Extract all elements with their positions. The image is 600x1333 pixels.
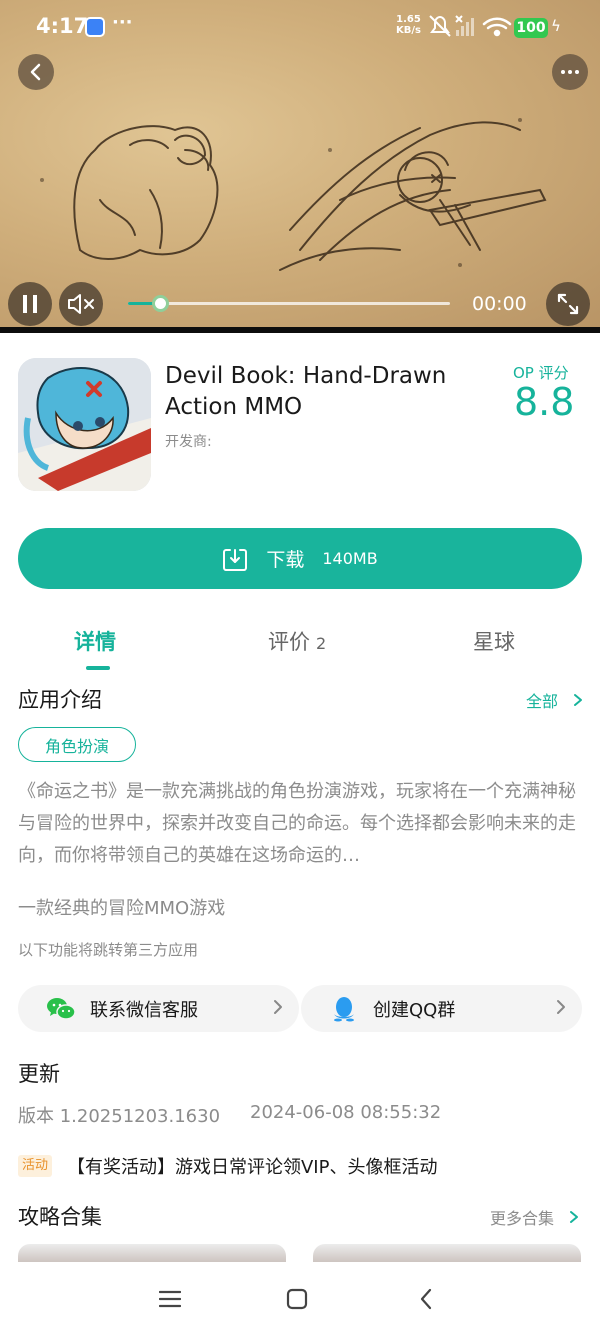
- create-qq-group-label: 创建QQ群: [373, 999, 456, 1021]
- active-tab-indicator: [86, 666, 110, 670]
- pause-icon: [23, 295, 37, 313]
- activity-badge: 活动: [18, 1155, 53, 1177]
- app-icon-illustration: [18, 358, 151, 491]
- update-date: 2024-06-08 08:55:32: [250, 1102, 442, 1123]
- create-qq-group-button[interactable]: 创建QQ群: [301, 985, 582, 1032]
- charging-icon: ϟ: [551, 17, 561, 35]
- intro-section-title: 应用介绍: [18, 688, 102, 712]
- app-description[interactable]: 《命运之书》是一款充满挑战的角色扮演游戏，玩家将在一个充满神秘与冒险的世界中，探…: [18, 776, 584, 872]
- app-icon: [18, 358, 151, 491]
- recent-apps-button[interactable]: [155, 1284, 185, 1314]
- tab-details[interactable]: 详情: [74, 626, 116, 656]
- wechat-support-label: 联系微信客服: [90, 999, 198, 1021]
- battery-indicator: 100: [514, 18, 548, 38]
- wechat-icon: [47, 997, 76, 1020]
- activity-link[interactable]: 【有奖活动】游戏日常评论领VIP、头像框活动: [67, 1153, 437, 1179]
- status-bar: 4:17 ··· 1.65 KB/s 100 ϟ: [0, 0, 600, 56]
- chevron-right-icon: [274, 1000, 282, 1014]
- more-options-button[interactable]: [552, 54, 588, 90]
- version-text: 版本 1.20251203.1630: [18, 1106, 221, 1127]
- no-signal-x-icon: [455, 15, 463, 23]
- app-title: Devil Book: Hand-Drawn Action MMO: [165, 363, 447, 420]
- home-button[interactable]: [282, 1284, 312, 1314]
- app-tagline: 一款经典的冒险MMO游戏: [18, 898, 226, 919]
- qq-icon: [334, 996, 354, 1021]
- chevron-right-icon: [574, 694, 583, 706]
- tab-reviews[interactable]: 评价 2: [268, 626, 326, 656]
- more-notifications-icon: ···: [112, 12, 133, 33]
- speaker-muted-icon: [68, 294, 94, 314]
- fullscreen-button[interactable]: [546, 282, 590, 326]
- status-icons: [429, 15, 512, 37]
- guides-section-title: 攻略合集: [18, 1205, 102, 1229]
- expand-icon: [557, 293, 579, 315]
- developer-label: 开发商:: [165, 434, 212, 450]
- chevron-right-icon: [570, 1211, 579, 1223]
- mute-bell-icon: [429, 15, 451, 37]
- chevron-left-icon: [30, 63, 41, 81]
- pause-button[interactable]: [8, 282, 52, 326]
- back-arrow-icon: [420, 1288, 432, 1310]
- view-all-link[interactable]: 全部: [526, 688, 583, 712]
- wechat-support-button[interactable]: 联系微信客服: [18, 985, 299, 1032]
- menu-icon: [159, 1290, 181, 1308]
- back-button[interactable]: [18, 54, 54, 90]
- genre-tag[interactable]: 角色扮演: [18, 727, 136, 762]
- more-dots-icon: [561, 70, 579, 74]
- download-label: 下载: [266, 549, 305, 571]
- chevron-right-icon: [557, 1000, 565, 1014]
- wifi-icon: [482, 17, 512, 37]
- tab-planet[interactable]: 星球: [473, 626, 515, 656]
- notification-app-icon: [85, 17, 105, 37]
- status-time: 4:17: [36, 14, 89, 38]
- review-count: 2: [316, 634, 327, 653]
- more-guides-link[interactable]: 更多合集: [490, 1205, 579, 1229]
- video-time: 00:00: [472, 293, 527, 315]
- system-navigation-bar: [0, 1262, 600, 1333]
- download-icon: [223, 548, 248, 571]
- download-size: 140MB: [322, 549, 378, 568]
- network-speed: 1.65 KB/s: [396, 14, 421, 36]
- update-section-title: 更新: [18, 1062, 60, 1086]
- score-value: 8.8: [514, 380, 575, 424]
- download-button[interactable]: 下载 140MB: [18, 528, 582, 589]
- video-progress-bar[interactable]: [128, 295, 450, 312]
- mute-toggle-button[interactable]: [59, 282, 103, 326]
- system-back-button[interactable]: [411, 1284, 441, 1314]
- third-party-note: 以下功能将跳转第三方应用: [18, 941, 199, 959]
- video-player[interactable]: 4:17 ··· 1.65 KB/s 100 ϟ 00:00: [0, 0, 600, 333]
- home-square-icon: [286, 1288, 308, 1310]
